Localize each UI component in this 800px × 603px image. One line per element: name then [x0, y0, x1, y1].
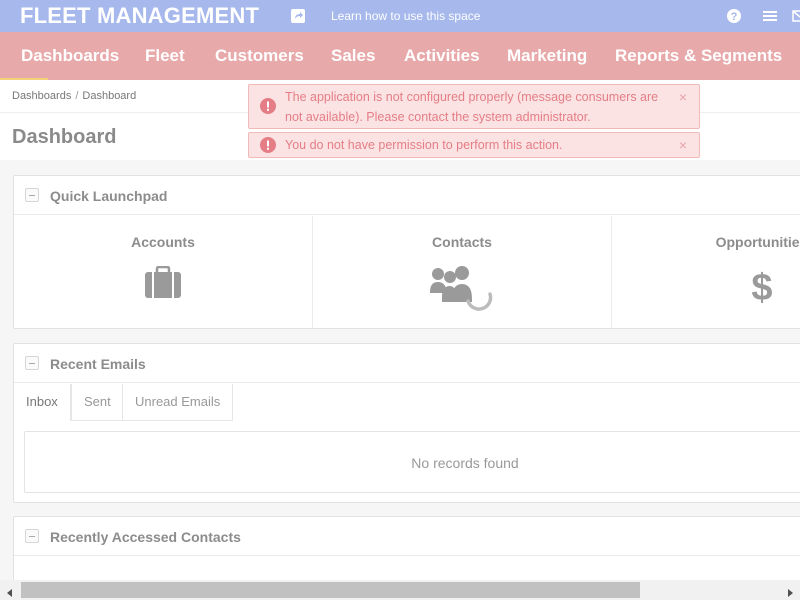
- page-title: Dashboard: [12, 126, 117, 148]
- briefcase-icon: [145, 265, 181, 303]
- email-tabs: Inbox Sent Unread Emails: [14, 384, 800, 421]
- users-icon: [430, 266, 494, 323]
- main-nav: Dashboards Fleet Customers Sales Activit…: [0, 32, 800, 80]
- email-records: No records found: [24, 431, 800, 493]
- svg-text:?: ?: [731, 11, 738, 23]
- panel-header: Quick Launchpad: [14, 176, 800, 215]
- empty-state: No records found: [411, 455, 519, 471]
- panel-header: Recently Accessed Contacts: [14, 517, 800, 556]
- mail-icon[interactable]: [792, 8, 800, 24]
- nav-reports-segments[interactable]: Reports & Segments: [615, 46, 782, 66]
- tab-inbox[interactable]: Inbox: [14, 384, 71, 421]
- launch-tile-opportunities[interactable]: Opportunities $: [612, 216, 800, 328]
- launch-tile-accounts[interactable]: Accounts: [14, 216, 313, 328]
- alert-message: The application is not configured proper…: [285, 90, 659, 124]
- menu-icon[interactable]: [762, 8, 778, 24]
- nav-fleet[interactable]: Fleet: [145, 46, 185, 66]
- launch-tile-contacts[interactable]: Contacts: [313, 216, 612, 328]
- scroll-left-icon[interactable]: [5, 585, 15, 597]
- svg-text:$: $: [751, 267, 772, 306]
- scrollbar-thumb[interactable]: [21, 582, 640, 598]
- share-icon[interactable]: [290, 8, 306, 24]
- nav-customers[interactable]: Customers: [215, 46, 304, 66]
- nav-dashboards[interactable]: Dashboards: [21, 46, 119, 66]
- error-icon: [260, 137, 276, 153]
- alert-message: You do not have permission to perform th…: [285, 138, 563, 152]
- panel-header: Recent Emails: [14, 344, 800, 383]
- breadcrumb: Dashboards / Dashboard: [12, 90, 136, 102]
- active-nav-indicator: [0, 78, 48, 80]
- collapse-button[interactable]: [25, 356, 39, 370]
- panel-title: Recent Emails: [50, 356, 146, 372]
- error-alert-config: The application is not configured proper…: [248, 84, 700, 129]
- dollar-icon: $: [749, 266, 775, 311]
- panel-title: Quick Launchpad: [50, 188, 168, 204]
- tile-label: Opportunities: [715, 234, 800, 250]
- nav-marketing[interactable]: Marketing: [507, 46, 587, 66]
- breadcrumb-item-dashboards[interactable]: Dashboards: [12, 90, 71, 102]
- tab-sent[interactable]: Sent: [71, 384, 124, 421]
- nav-activities[interactable]: Activities: [404, 46, 480, 66]
- nav-sales[interactable]: Sales: [331, 46, 375, 66]
- scroll-right-icon[interactable]: [785, 585, 795, 597]
- close-icon[interactable]: ×: [679, 87, 687, 107]
- horizontal-scrollbar[interactable]: [0, 580, 800, 600]
- breadcrumb-separator: /: [75, 90, 79, 102]
- learn-how-link[interactable]: Learn how to use this space: [331, 9, 480, 23]
- collapse-button[interactable]: [25, 188, 39, 202]
- tab-unread-emails[interactable]: Unread Emails: [122, 384, 234, 421]
- quick-launchpad-panel: Quick Launchpad Accounts Contacts Opport…: [13, 175, 800, 329]
- top-bar: FLEET MANAGEMENT Learn how to use this s…: [0, 0, 800, 32]
- brand-title[interactable]: FLEET MANAGEMENT: [20, 3, 259, 29]
- collapse-button[interactable]: [25, 529, 39, 543]
- tile-label: Accounts: [131, 234, 195, 250]
- recent-emails-panel: Recent Emails Inbox Sent Unread Emails N…: [13, 343, 800, 503]
- error-alert-permission: You do not have permission to perform th…: [248, 132, 700, 158]
- breadcrumb-item-dashboard[interactable]: Dashboard: [82, 90, 136, 102]
- help-icon[interactable]: ?: [726, 8, 742, 24]
- close-icon[interactable]: ×: [679, 135, 687, 155]
- panel-title: Recently Accessed Contacts: [50, 529, 241, 545]
- tile-label: Contacts: [432, 234, 492, 250]
- error-icon: [260, 98, 276, 114]
